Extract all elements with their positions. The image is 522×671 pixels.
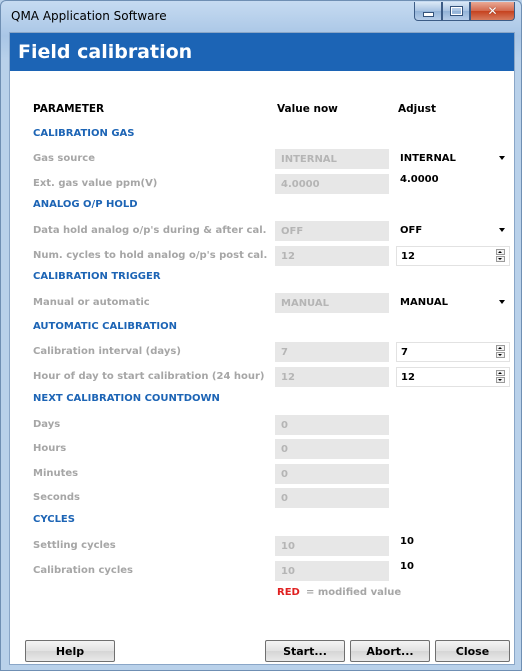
gas-source-label: Gas source — [33, 153, 95, 164]
ext-gas-value-now: 4.0000 — [275, 174, 389, 194]
hour-of-day-value: 12 — [401, 372, 415, 383]
settling-cycles-value-now: 10 — [275, 536, 389, 556]
num-cycles-hold-value: 12 — [401, 251, 415, 262]
minimize-button[interactable] — [414, 2, 442, 21]
ext-gas-label: Ext. gas value ppm(V) — [33, 178, 158, 189]
calibration-cycles-value-now: 10 — [275, 561, 389, 581]
column-header-adjust: Adjust — [398, 103, 436, 115]
chevron-down-icon — [499, 156, 505, 160]
data-hold-label: Data hold analog o/p's during & after ca… — [33, 225, 267, 236]
close-button[interactable]: Close — [435, 640, 510, 662]
help-button[interactable]: Help — [25, 640, 115, 662]
minutes-value-now: 0 — [275, 464, 389, 484]
data-hold-value-now: OFF — [275, 221, 389, 241]
page-title: Field calibration — [18, 41, 193, 63]
maximize-button[interactable] — [442, 2, 470, 21]
column-header-value-now: Value now — [277, 103, 338, 115]
window-controls: ✕ — [414, 2, 515, 21]
minimize-icon — [422, 11, 434, 17]
settling-cycles-input[interactable]: 10 — [396, 532, 510, 552]
header-bar: Field calibration — [10, 33, 514, 71]
cal-interval-value-now: 7 — [275, 342, 389, 362]
legend-text: = modified value — [306, 587, 402, 598]
days-value-now: 0 — [275, 415, 389, 435]
abort-button[interactable]: Abort... — [350, 640, 430, 662]
num-cycles-hold-stepper[interactable]: 12 — [396, 246, 510, 266]
section-calibration-gas: CALIBRATION GAS — [33, 128, 135, 139]
seconds-value-now: 0 — [275, 488, 389, 508]
title-bar[interactable]: QMA Application Software ✕ — [1, 1, 521, 31]
hours-value-now: 0 — [275, 439, 389, 459]
close-icon: ✕ — [487, 4, 498, 18]
minutes-label: Minutes — [33, 468, 79, 479]
column-header-parameter: PARAMETER — [33, 103, 105, 115]
section-next-countdown: NEXT CALIBRATION COUNTDOWN — [33, 393, 220, 404]
spinner-icon[interactable] — [496, 345, 506, 359]
days-label: Days — [33, 419, 61, 430]
section-automatic-calibration: AUTOMATIC CALIBRATION — [33, 321, 178, 332]
cal-interval-value: 7 — [401, 347, 408, 358]
manual-auto-label: Manual or automatic — [33, 297, 150, 308]
gas-source-value-now: INTERNAL — [275, 149, 389, 169]
gas-source-selected: INTERNAL — [400, 153, 456, 164]
calibration-cycles-input[interactable]: 10 — [396, 557, 510, 577]
app-window: QMA Application Software ✕ Field calibra… — [0, 0, 522, 671]
data-hold-dropdown[interactable]: OFF — [396, 221, 510, 241]
chevron-down-icon — [499, 228, 505, 232]
close-window-button[interactable]: ✕ — [470, 2, 515, 21]
manual-auto-value-now: MANUAL — [275, 293, 389, 313]
app-title: QMA Application Software — [11, 9, 167, 23]
legend-red-label: RED — [277, 587, 300, 598]
hour-of-day-value-now: 12 — [275, 367, 389, 387]
ext-gas-input[interactable]: 4.0000 — [396, 170, 510, 190]
cal-interval-label: Calibration interval (days) — [33, 346, 181, 357]
hour-of-day-label: Hour of day to start calibration (24 hou… — [33, 371, 265, 382]
manual-auto-selected: MANUAL — [400, 297, 448, 308]
dialog-content: Field calibration PARAMETER Value now Ad… — [9, 32, 515, 665]
spinner-icon[interactable] — [496, 249, 506, 263]
start-button[interactable]: Start... — [265, 640, 345, 662]
settling-cycles-label: Settling cycles — [33, 540, 116, 551]
spinner-icon[interactable] — [496, 370, 506, 384]
num-cycles-hold-value-now: 12 — [275, 246, 389, 266]
cal-interval-stepper[interactable]: 7 — [396, 342, 510, 362]
chevron-down-icon — [499, 300, 505, 304]
hours-label: Hours — [33, 443, 67, 454]
manual-auto-dropdown[interactable]: MANUAL — [396, 293, 510, 313]
gas-source-dropdown[interactable]: INTERNAL — [396, 149, 510, 169]
section-cycles: CYCLES — [33, 514, 75, 525]
maximize-icon — [449, 6, 463, 16]
section-calibration-trigger: CALIBRATION TRIGGER — [33, 271, 161, 282]
hour-of-day-stepper[interactable]: 12 — [396, 367, 510, 387]
section-analog-hold: ANALOG O/P HOLD — [33, 199, 138, 210]
seconds-label: Seconds — [33, 492, 81, 503]
num-cycles-hold-label: Num. cycles to hold analog o/p's post ca… — [33, 250, 268, 261]
calibration-cycles-label: Calibration cycles — [33, 565, 133, 576]
data-hold-selected: OFF — [400, 225, 423, 236]
